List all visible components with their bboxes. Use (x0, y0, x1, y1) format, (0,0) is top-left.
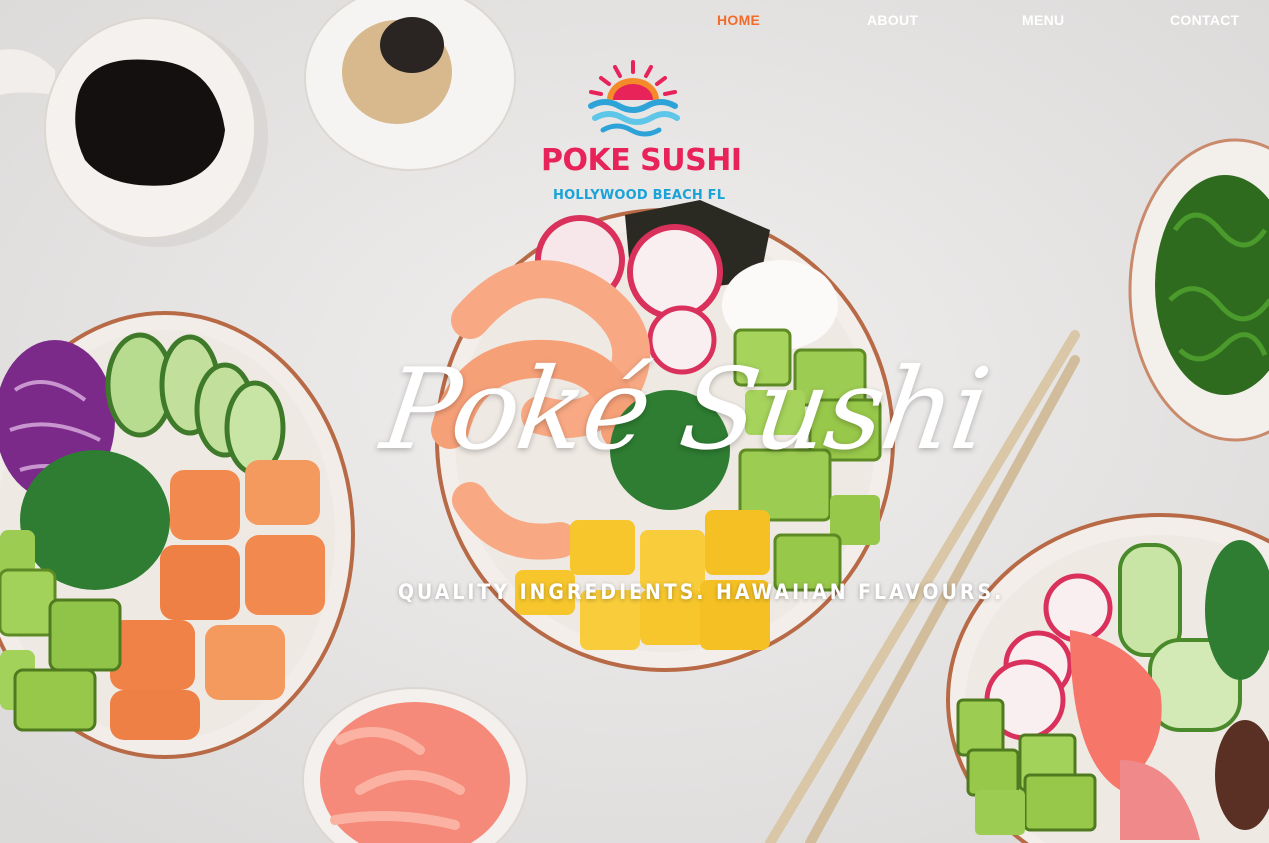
hero-title: Poké Sushi (374, 345, 996, 475)
nav-contact-link[interactable]: CONTACT (1170, 12, 1240, 28)
sun-waves-icon (588, 60, 680, 137)
hero-tagline: QUALITY INGREDIENTS. HAWAIIAN FLAVOURS. (398, 580, 1005, 604)
main-nav: HOME ABOUT MENU CONTACT (0, 0, 1269, 40)
nav-about-link[interactable]: ABOUT (867, 12, 918, 28)
logo-subtitle: HOLLYWOOD BEACH FL (553, 188, 726, 203)
logo-title: POKE SUSHI (541, 143, 742, 178)
nav-home-link[interactable]: HOME (717, 12, 760, 28)
nav-menu-link[interactable]: MENU (1022, 12, 1064, 28)
left-poke-bowl (0, 311, 355, 759)
